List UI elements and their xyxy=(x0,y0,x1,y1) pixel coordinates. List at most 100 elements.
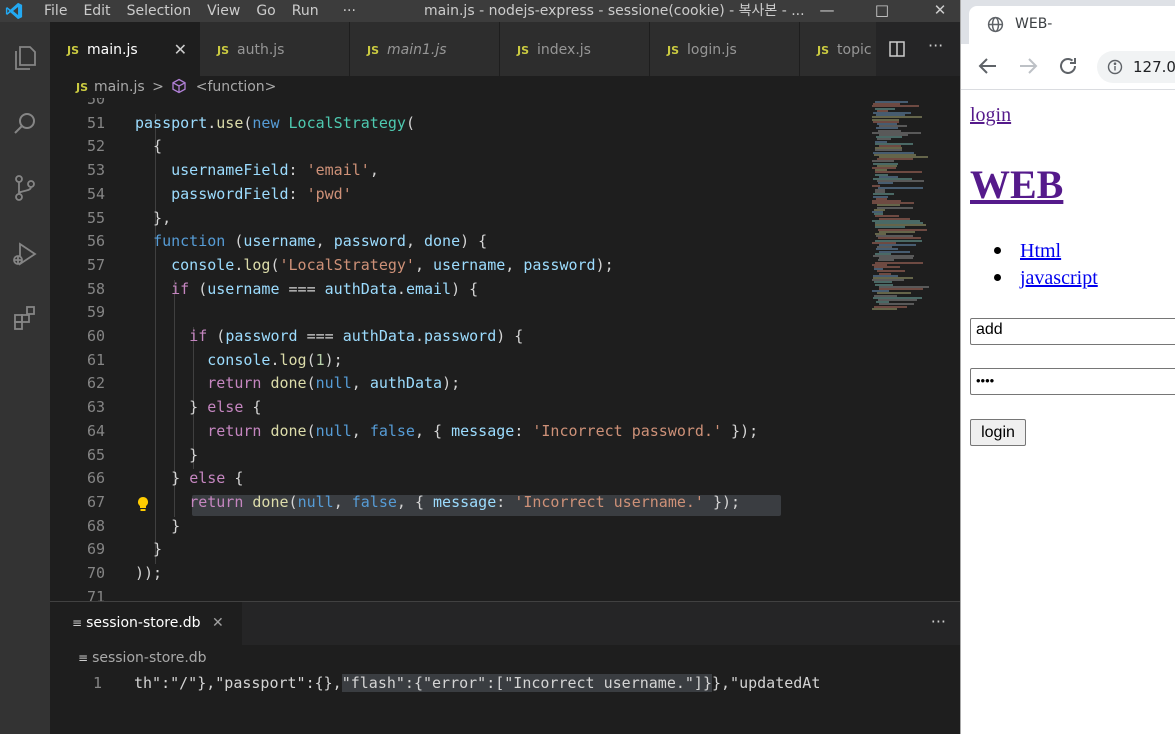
tab-auth-js[interactable]: JS auth.js xyxy=(200,22,350,78)
browser-tab[interactable]: WEB- xyxy=(969,6,1175,44)
line-number: 60 xyxy=(86,327,105,345)
bottom-breadcrumb-file[interactable]: session-store.db xyxy=(92,650,207,666)
topic-link-html[interactable]: Html xyxy=(1020,240,1061,262)
code-token: done xyxy=(270,421,307,440)
login-link[interactable]: login xyxy=(970,104,1011,127)
code-token: , xyxy=(333,492,352,511)
menu-more[interactable]: ··· xyxy=(327,1,364,21)
code-token: password xyxy=(523,255,596,274)
line-number: 58 xyxy=(86,279,105,298)
reload-icon[interactable] xyxy=(1056,54,1080,78)
email-field[interactable]: add xyxy=(970,318,1175,345)
tab-main-js[interactable]: JS main.js ✕ xyxy=(50,22,200,78)
code-token: ( xyxy=(306,421,316,440)
tab-login-js[interactable]: JS login.js xyxy=(650,22,800,78)
menu-run[interactable]: Run xyxy=(284,1,327,21)
tab-label: session-store.db xyxy=(86,615,201,631)
code-token: ( xyxy=(216,327,226,345)
menu-go[interactable]: Go xyxy=(248,1,283,21)
db-line-content[interactable]: th":"/"},"passport":{},"flash":{"error":… xyxy=(134,674,866,692)
editor-tab-bar: JS main.js ✕ JS auth.js JS main1.js JS index.js J… xyxy=(50,22,960,78)
line-number: 56 xyxy=(86,232,105,251)
line-number: 63 xyxy=(86,398,105,417)
back-icon[interactable] xyxy=(976,54,1000,78)
password-field[interactable]: •••• xyxy=(970,368,1175,395)
code-token: email xyxy=(405,279,452,298)
source-control-icon[interactable] xyxy=(0,164,50,212)
code-text: }, xyxy=(135,209,171,227)
code-token: log xyxy=(279,350,307,369)
maximize-icon[interactable]: □ xyxy=(862,0,902,22)
code-line: 61 console.log(1); xyxy=(50,351,866,375)
line-number: 54 xyxy=(86,184,105,203)
tab-topic[interactable]: JS topic xyxy=(800,22,876,78)
close-icon[interactable]: ✕ xyxy=(212,615,224,631)
code-token: === xyxy=(297,327,343,345)
tab-index-js[interactable]: JS index.js xyxy=(500,22,650,78)
code-line: 56 function (username, password, done) { xyxy=(50,232,866,256)
code-token: username xyxy=(207,279,280,298)
line-number: 57 xyxy=(86,255,105,274)
code-token: username xyxy=(243,232,316,251)
code-text: passport.use(new LocalStrategy( xyxy=(135,114,415,132)
more-actions-icon[interactable]: ··· xyxy=(928,36,943,55)
tab-session-store-db[interactable]: ≡ session-store.db ✕ xyxy=(50,602,242,645)
info-icon[interactable] xyxy=(1107,59,1123,75)
breadcrumb-file[interactable]: main.js xyxy=(94,79,145,95)
code-text: )); xyxy=(135,564,162,582)
forward-icon[interactable] xyxy=(1016,54,1040,78)
code-text: } xyxy=(135,517,180,535)
code-token: null xyxy=(315,421,352,440)
menu-view[interactable]: View xyxy=(199,1,248,21)
code-token: done xyxy=(270,374,307,393)
minimap-line xyxy=(878,182,893,185)
topic-link-javascript[interactable]: javascript xyxy=(1020,267,1098,289)
code-line: 67 return done(null, false, { message: '… xyxy=(50,493,866,517)
extensions-icon[interactable] xyxy=(0,294,50,342)
tab-main1-js[interactable]: JS main1.js xyxy=(350,22,500,78)
menu-edit[interactable]: Edit xyxy=(75,1,118,21)
code-token: ) { xyxy=(496,327,524,345)
code-text: } else { xyxy=(135,469,243,487)
code-token: console xyxy=(207,350,271,369)
split-editor-icon[interactable] xyxy=(888,40,906,58)
search-icon[interactable] xyxy=(0,100,50,148)
menu-selection[interactable]: Selection xyxy=(119,1,200,21)
more-actions-icon[interactable]: ··· xyxy=(931,612,946,631)
line-number: 66 xyxy=(86,469,105,488)
code-token: , xyxy=(351,374,370,393)
minimap[interactable] xyxy=(866,98,960,601)
explorer-icon[interactable] xyxy=(0,34,50,82)
vscode-logo-icon xyxy=(5,2,23,20)
line-number: 71 xyxy=(86,587,105,601)
code-token: ); xyxy=(595,255,614,274)
close-icon[interactable]: ✕ xyxy=(174,40,187,59)
address-bar[interactable]: 127.0 xyxy=(1097,51,1175,83)
code-token: ); xyxy=(324,350,343,369)
breadcrumb: JS main.js > <function> xyxy=(50,76,960,98)
breadcrumb-symbol[interactable]: <function> xyxy=(196,79,277,95)
code-editor[interactable]: 50 51 passport.use(new LocalStrategy(52 {5… xyxy=(50,98,866,601)
menu-file[interactable]: File xyxy=(44,1,75,21)
code-token: false xyxy=(369,421,415,440)
run-debug-icon[interactable] xyxy=(0,230,50,278)
title-bar: File Edit Selection View Go Run ··· main… xyxy=(0,0,960,22)
code-line: 68 } xyxy=(50,517,866,541)
code-token: return xyxy=(207,374,271,393)
code-token: . xyxy=(396,279,406,298)
code-token: } xyxy=(135,469,190,488)
minimize-icon[interactable]: — xyxy=(807,0,847,22)
code-token: ) { xyxy=(451,279,479,298)
close-window-icon[interactable]: ✕ xyxy=(920,0,960,22)
page-title-link[interactable]: WEB xyxy=(970,161,1063,208)
lightbulb-icon[interactable] xyxy=(137,496,149,512)
code-token: passwordField xyxy=(171,184,289,203)
code-token: 'Incorrect username.' xyxy=(514,492,704,511)
tab-label: main.js xyxy=(87,42,138,58)
js-file-icon: JS xyxy=(76,81,89,94)
db-text-selected: "flash":{"error":["Incorrect username."]… xyxy=(341,674,712,692)
login-button[interactable]: login xyxy=(970,419,1026,446)
